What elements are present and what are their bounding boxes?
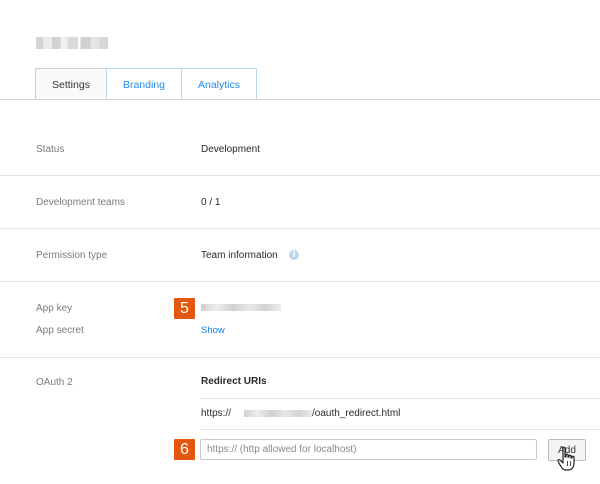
permission-type-value: Team information: [201, 250, 278, 261]
tab-underline: [0, 99, 600, 100]
tab-analytics[interactable]: Analytics: [180, 68, 257, 100]
redirect-uri-prefix: https://: [201, 408, 232, 419]
oauth-label: OAuth 2: [36, 377, 73, 388]
app-secret-label: App secret: [36, 325, 84, 336]
app-key-redacted: [201, 304, 281, 311]
status-value: Development: [201, 144, 260, 155]
redirect-uris-heading: Redirect URIs: [201, 376, 267, 387]
dev-teams-label: Development teams: [36, 197, 125, 208]
hand-cursor-icon: [557, 446, 575, 471]
step-5-badge: 5: [174, 298, 195, 319]
status-label: Status: [36, 144, 65, 155]
divider: [200, 429, 600, 430]
dev-teams-value: 0 / 1: [201, 197, 221, 208]
redirect-uri-input[interactable]: [200, 439, 537, 460]
app-key-label: App key: [36, 303, 73, 314]
tab-bar: Settings Branding Analytics: [35, 68, 257, 100]
redirect-uri-redacted: [244, 410, 312, 417]
tab-settings[interactable]: Settings: [35, 68, 107, 100]
divider: [0, 228, 600, 229]
tab-branding[interactable]: Branding: [105, 68, 182, 100]
info-icon[interactable]: i: [289, 250, 299, 260]
show-secret-link[interactable]: Show: [201, 325, 225, 336]
divider: [0, 281, 600, 282]
permission-type-label: Permission type: [36, 250, 108, 261]
divider: [200, 398, 600, 399]
divider: [0, 175, 600, 176]
divider: [0, 357, 600, 358]
app-name-redacted: [36, 37, 108, 49]
redirect-uri-suffix: /oauth_redirect.html: [312, 408, 401, 419]
step-6-badge: 6: [174, 439, 195, 460]
